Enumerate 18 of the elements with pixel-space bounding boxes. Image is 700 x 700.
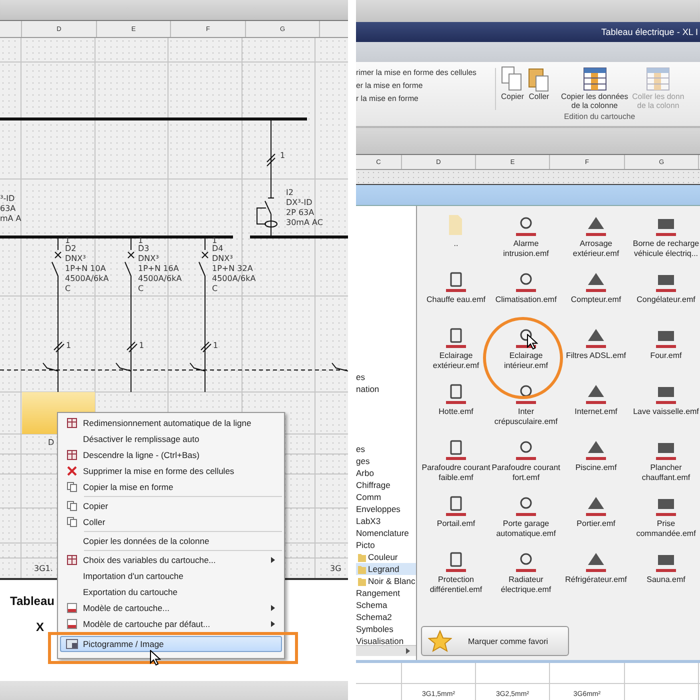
sheet-subtitle: X xyxy=(36,620,44,634)
wire-count: 1 xyxy=(65,236,70,245)
device-label: D3 DNX³ 1P+N 16A 4500A/6kA C xyxy=(138,244,182,294)
device-label: D4 DNX³ 1P+N 32A 4500A/6kA C xyxy=(212,244,256,294)
cable-label: 3G xyxy=(330,564,342,574)
cell-label: D xyxy=(48,438,54,448)
device-label: D2 DNX³ 1P+N 10A 4500A/6kA C xyxy=(65,244,109,294)
device-label: I2 DX³-ID 2P 63A 30mA AC xyxy=(286,188,323,228)
wire-count: 1 xyxy=(138,236,144,245)
device-label: ³-ID 63A mA A xyxy=(0,194,22,224)
cable-label: 3G1. xyxy=(34,564,53,574)
wire-count: 1 xyxy=(280,151,286,161)
wire-count: 1 xyxy=(139,341,144,351)
window-title: Tableau électrique - XL I xyxy=(601,27,698,37)
sheet-title: Tableau xyxy=(10,594,54,608)
wire-count: 1 xyxy=(66,341,72,351)
wire-count: 1 xyxy=(212,236,218,245)
wire-count: 1 xyxy=(213,341,218,351)
